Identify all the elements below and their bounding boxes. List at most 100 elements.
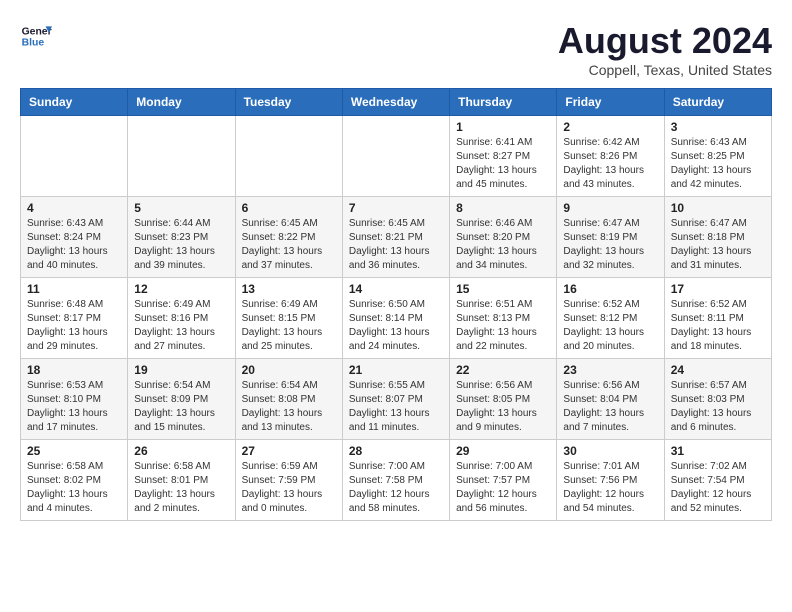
- day-number: 6: [242, 201, 336, 215]
- logo-icon: General Blue: [20, 20, 52, 52]
- day-number: 4: [27, 201, 121, 215]
- day-info: Sunrise: 6:53 AM Sunset: 8:10 PM Dayligh…: [27, 379, 121, 435]
- day-number: 28: [349, 444, 443, 458]
- day-info: Sunrise: 6:43 AM Sunset: 8:25 PM Dayligh…: [671, 136, 765, 192]
- table-row: 31 Sunrise: 7:02 AM Sunset: 7:54 PM Dayli…: [664, 440, 771, 521]
- day-number: 11: [27, 282, 121, 296]
- header-friday: Friday: [557, 89, 664, 116]
- day-info: Sunrise: 6:56 AM Sunset: 8:04 PM Dayligh…: [563, 379, 657, 435]
- day-info: Sunrise: 7:01 AM Sunset: 7:56 PM Dayligh…: [563, 460, 657, 516]
- table-row: 10Sunrise: 6:47 AM Sunset: 8:18 PM Dayli…: [664, 197, 771, 278]
- table-row: [128, 116, 235, 197]
- table-row: 22 Sunrise: 6:56 AM Sunset: 8:05 PM Dayli…: [450, 359, 557, 440]
- table-row: 13Sunrise: 6:49 AM Sunset: 8:15 PM Dayli…: [235, 278, 342, 359]
- header: General Blue August 2024 Coppell, Texas,…: [20, 20, 772, 78]
- day-number: 21: [349, 363, 443, 377]
- day-info: Sunrise: 6:58 AM Sunset: 8:02 PM Dayligh…: [27, 460, 121, 516]
- svg-text:Blue: Blue: [22, 38, 45, 49]
- day-number: 23: [563, 363, 657, 377]
- day-info: Sunrise: 6:47 AM Sunset: 8:19 PM Dayligh…: [563, 217, 657, 273]
- day-info: Sunrise: 6:59 AM Sunset: 7:59 PM Dayligh…: [242, 460, 336, 516]
- day-number: 13: [242, 282, 336, 296]
- table-row: 28 Sunrise: 7:00 AM Sunset: 7:58 PM Dayli…: [342, 440, 449, 521]
- title-area: August 2024 Coppell, Texas, United State…: [558, 20, 772, 78]
- day-info: Sunrise: 6:54 AM Sunset: 8:09 PM Dayligh…: [134, 379, 228, 435]
- table-row: [21, 116, 128, 197]
- table-row: 2 Sunrise: 6:42 AM Sunset: 8:26 PM Daylig…: [557, 116, 664, 197]
- day-number: 7: [349, 201, 443, 215]
- table-row: 15 Sunrise: 6:51 AM Sunset: 8:13 PM Dayli…: [450, 278, 557, 359]
- table-row: 27 Sunrise: 6:59 AM Sunset: 7:59 PM Dayli…: [235, 440, 342, 521]
- table-row: 1Sunrise: 6:41 AM Sunset: 8:27 PM Daylig…: [450, 116, 557, 197]
- header-saturday: Saturday: [664, 89, 771, 116]
- table-row: 29 Sunrise: 7:00 AM Sunset: 7:57 PM Dayli…: [450, 440, 557, 521]
- day-number: 26: [134, 444, 228, 458]
- table-row: 6 Sunrise: 6:45 AM Sunset: 8:22 PM Daylig…: [235, 197, 342, 278]
- day-number: 12: [134, 282, 228, 296]
- day-info: Sunrise: 6:45 AM Sunset: 8:21 PM Dayligh…: [349, 217, 443, 273]
- table-row: 24 Sunrise: 6:57 AM Sunset: 8:03 PM Dayli…: [664, 359, 771, 440]
- table-row: 19 Sunrise: 6:54 AM Sunset: 8:09 PM Dayli…: [128, 359, 235, 440]
- table-row: 20 Sunrise: 6:54 AM Sunset: 8:08 PM Dayli…: [235, 359, 342, 440]
- day-info: Sunrise: 6:47 AM Sunset: 8:18 PM Dayligh…: [671, 217, 765, 273]
- day-info: Sunrise: 6:52 AM Sunset: 8:11 PM Dayligh…: [671, 298, 765, 354]
- table-row: 30Sunrise: 7:01 AM Sunset: 7:56 PM Dayli…: [557, 440, 664, 521]
- table-row: 7 Sunrise: 6:45 AM Sunset: 8:21 PM Daylig…: [342, 197, 449, 278]
- day-number: 16: [563, 282, 657, 296]
- day-info: Sunrise: 6:46 AM Sunset: 8:20 PM Dayligh…: [456, 217, 550, 273]
- table-row: 21 Sunrise: 6:55 AM Sunset: 8:07 PM Dayli…: [342, 359, 449, 440]
- day-info: Sunrise: 6:56 AM Sunset: 8:05 PM Dayligh…: [456, 379, 550, 435]
- day-info: Sunrise: 6:41 AM Sunset: 8:27 PM Dayligh…: [456, 136, 550, 192]
- table-row: 23 Sunrise: 6:56 AM Sunset: 8:04 PM Dayli…: [557, 359, 664, 440]
- day-number: 17: [671, 282, 765, 296]
- logo: General Blue: [20, 20, 52, 52]
- table-row: [342, 116, 449, 197]
- day-number: 22: [456, 363, 550, 377]
- day-number: 29: [456, 444, 550, 458]
- day-info: Sunrise: 6:52 AM Sunset: 8:12 PM Dayligh…: [563, 298, 657, 354]
- day-info: Sunrise: 6:55 AM Sunset: 8:07 PM Dayligh…: [349, 379, 443, 435]
- day-number: 24: [671, 363, 765, 377]
- day-number: 2: [563, 120, 657, 134]
- table-row: 18 Sunrise: 6:53 AM Sunset: 8:10 PM Dayli…: [21, 359, 128, 440]
- day-number: 5: [134, 201, 228, 215]
- calendar-week-5: 25 Sunrise: 6:58 AM Sunset: 8:02 PM Dayli…: [21, 440, 772, 521]
- day-number: 8: [456, 201, 550, 215]
- day-info: Sunrise: 7:02 AM Sunset: 7:54 PM Dayligh…: [671, 460, 765, 516]
- day-info: Sunrise: 6:51 AM Sunset: 8:13 PM Dayligh…: [456, 298, 550, 354]
- table-row: 25 Sunrise: 6:58 AM Sunset: 8:02 PM Dayli…: [21, 440, 128, 521]
- day-number: 9: [563, 201, 657, 215]
- calendar-week-3: 11 Sunrise: 6:48 AM Sunset: 8:17 PM Dayli…: [21, 278, 772, 359]
- day-number: 15: [456, 282, 550, 296]
- day-number: 20: [242, 363, 336, 377]
- main-title: August 2024: [558, 20, 772, 62]
- calendar-week-4: 18 Sunrise: 6:53 AM Sunset: 8:10 PM Dayli…: [21, 359, 772, 440]
- table-row: 16 Sunrise: 6:52 AM Sunset: 8:12 PM Dayli…: [557, 278, 664, 359]
- table-row: 12 Sunrise: 6:49 AM Sunset: 8:16 PM Dayli…: [128, 278, 235, 359]
- day-info: Sunrise: 6:57 AM Sunset: 8:03 PM Dayligh…: [671, 379, 765, 435]
- day-number: 19: [134, 363, 228, 377]
- day-info: Sunrise: 7:00 AM Sunset: 7:58 PM Dayligh…: [349, 460, 443, 516]
- day-info: Sunrise: 6:42 AM Sunset: 8:26 PM Dayligh…: [563, 136, 657, 192]
- day-info: Sunrise: 6:58 AM Sunset: 8:01 PM Dayligh…: [134, 460, 228, 516]
- day-info: Sunrise: 7:00 AM Sunset: 7:57 PM Dayligh…: [456, 460, 550, 516]
- day-info: Sunrise: 6:48 AM Sunset: 8:17 PM Dayligh…: [27, 298, 121, 354]
- table-row: 5 Sunrise: 6:44 AM Sunset: 8:23 PM Daylig…: [128, 197, 235, 278]
- table-row: 26 Sunrise: 6:58 AM Sunset: 8:01 PM Dayli…: [128, 440, 235, 521]
- day-number: 3: [671, 120, 765, 134]
- header-wednesday: Wednesday: [342, 89, 449, 116]
- table-row: 17 Sunrise: 6:52 AM Sunset: 8:11 PM Dayli…: [664, 278, 771, 359]
- header-monday: Monday: [128, 89, 235, 116]
- day-number: 18: [27, 363, 121, 377]
- day-info: Sunrise: 6:54 AM Sunset: 8:08 PM Dayligh…: [242, 379, 336, 435]
- subtitle: Coppell, Texas, United States: [558, 62, 772, 78]
- calendar-week-1: 1Sunrise: 6:41 AM Sunset: 8:27 PM Daylig…: [21, 116, 772, 197]
- day-number: 31: [671, 444, 765, 458]
- day-number: 25: [27, 444, 121, 458]
- day-info: Sunrise: 6:45 AM Sunset: 8:22 PM Dayligh…: [242, 217, 336, 273]
- day-info: Sunrise: 6:44 AM Sunset: 8:23 PM Dayligh…: [134, 217, 228, 273]
- day-info: Sunrise: 6:49 AM Sunset: 8:16 PM Dayligh…: [134, 298, 228, 354]
- table-row: 11 Sunrise: 6:48 AM Sunset: 8:17 PM Dayli…: [21, 278, 128, 359]
- day-number: 27: [242, 444, 336, 458]
- calendar-table: Sunday Monday Tuesday Wednesday Thursday…: [20, 88, 772, 521]
